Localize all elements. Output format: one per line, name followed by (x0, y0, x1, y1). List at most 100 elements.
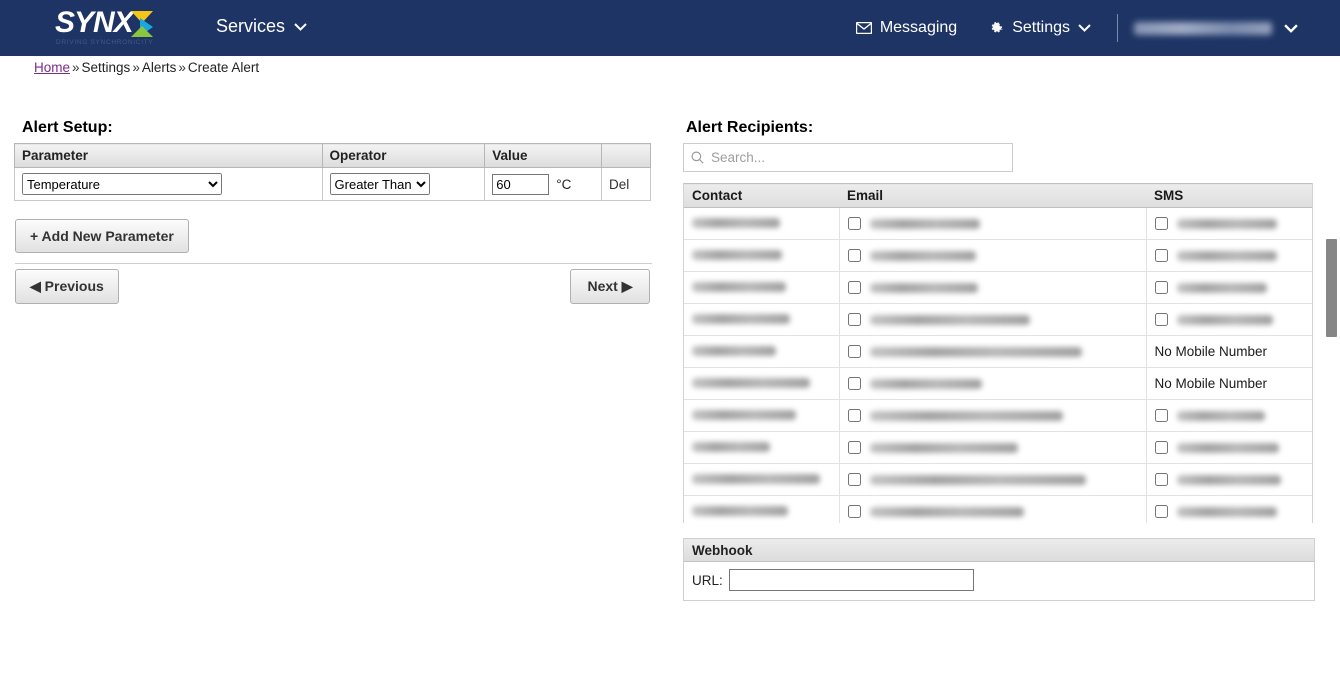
column-header-sms: SMS (1146, 183, 1312, 208)
cell-value: °C (484, 167, 603, 201)
mobile-number-redacted (1176, 410, 1265, 421)
cell-email (839, 335, 1147, 368)
nav-settings-menu[interactable]: Settings (973, 19, 1107, 37)
cell-contact-name (684, 239, 840, 272)
email-checkbox[interactable] (847, 377, 861, 390)
contact-name-redacted (692, 410, 796, 420)
sms-cell-content (1154, 217, 1307, 230)
recipients-table-scroll-container[interactable]: Contact Email SMS No Mobile Number No Mob… (683, 183, 1313, 523)
delete-parameter-button[interactable]: Del (601, 167, 651, 201)
table-row (684, 463, 1312, 496)
sms-cell-content (1154, 281, 1307, 294)
alert-recipients-title: Alert Recipients: (686, 119, 814, 136)
next-button[interactable]: Next ▶ (570, 269, 650, 304)
sms-cell-content (1154, 473, 1307, 486)
nav-messaging-button[interactable]: Messaging (840, 19, 973, 37)
column-header-operator: Operator (321, 143, 486, 168)
cell-email (839, 399, 1147, 432)
email-checkbox[interactable] (847, 505, 861, 518)
sms-checkbox[interactable] (1154, 249, 1168, 262)
contact-name-redacted (692, 442, 770, 452)
email-address-redacted (869, 506, 1024, 517)
synx-logo[interactable]: SYNX DRIVING SYNCHRONICITY (55, 7, 155, 51)
sms-checkbox[interactable] (1154, 313, 1168, 326)
email-address-redacted (869, 346, 1082, 357)
sms-checkbox[interactable] (1154, 217, 1168, 230)
email-cell-content (847, 313, 1138, 326)
mobile-number-redacted (1176, 282, 1267, 293)
cell-sms (1146, 431, 1312, 464)
email-address-redacted (869, 282, 978, 293)
chevron-down-icon (1284, 23, 1298, 33)
page-scrollbar-thumb[interactable] (1326, 239, 1337, 337)
cell-sms (1146, 495, 1312, 523)
user-account-menu[interactable] (1134, 21, 1340, 35)
webhook-panel: Webhook URL: (683, 538, 1315, 601)
operator-select[interactable]: Greater Than (329, 173, 430, 195)
no-mobile-number-label: No Mobile Number (1154, 344, 1268, 359)
cell-contact-name (684, 399, 840, 432)
sms-cell-content (1154, 505, 1307, 518)
mobile-number-redacted (1176, 474, 1281, 485)
sms-checkbox[interactable] (1154, 505, 1168, 518)
email-cell-content (847, 441, 1138, 454)
header-right-nav: Messaging Settings (840, 0, 1340, 56)
contact-name-redacted (692, 506, 788, 516)
user-account-name-redacted (1134, 21, 1272, 35)
email-checkbox[interactable] (847, 249, 861, 262)
cell-email (839, 463, 1147, 496)
value-input[interactable] (492, 173, 550, 195)
recipients-search-box[interactable] (683, 143, 1013, 172)
table-row: Temperature Greater Than °C Del (14, 167, 651, 201)
cell-contact-name (684, 303, 840, 336)
sms-checkbox[interactable] (1154, 473, 1168, 486)
cell-email (839, 303, 1147, 336)
add-new-parameter-button[interactable]: + Add New Parameter (15, 219, 189, 253)
previous-button[interactable]: ◀ Previous (15, 269, 119, 304)
cell-email (839, 495, 1147, 523)
table-header-row: Parameter Operator Value (14, 143, 651, 168)
mobile-number-redacted (1176, 314, 1273, 325)
column-header-email: Email (839, 183, 1146, 208)
cell-parameter: Temperature (14, 167, 323, 201)
breadcrumb-link-home[interactable]: Home (34, 60, 70, 75)
column-header-value: Value (484, 143, 603, 168)
cell-operator: Greater Than (321, 167, 486, 201)
sms-cell-content (1154, 441, 1307, 454)
logo-wordmark: SYNX (55, 6, 134, 39)
logo-triangle-green-icon (131, 26, 153, 37)
email-cell-content (847, 377, 1138, 390)
email-checkbox[interactable] (847, 313, 861, 326)
nav-services-menu[interactable]: Services (216, 16, 307, 37)
page-scrollbar-track[interactable] (1323, 56, 1340, 698)
table-row (684, 207, 1312, 240)
table-row (684, 495, 1312, 523)
nav-messaging-label: Messaging (879, 19, 958, 36)
email-checkbox[interactable] (847, 441, 861, 454)
sms-cell-content (1154, 313, 1307, 326)
alert-setup-title: Alert Setup: (22, 119, 113, 136)
email-checkbox[interactable] (847, 345, 861, 358)
cell-sms (1146, 463, 1312, 496)
sms-checkbox[interactable] (1154, 409, 1168, 422)
recipients-search-input[interactable] (709, 149, 1005, 166)
nav-divider (1117, 14, 1118, 42)
email-checkbox[interactable] (847, 281, 861, 294)
breadcrumb-item-settings: Settings (81, 60, 131, 75)
table-row: No Mobile Number (684, 335, 1312, 368)
cell-contact-name (684, 207, 840, 240)
mobile-number-redacted (1176, 506, 1277, 517)
parameter-select[interactable]: Temperature (22, 173, 222, 195)
email-checkbox[interactable] (847, 473, 861, 486)
cell-email (839, 367, 1147, 400)
sms-checkbox[interactable] (1154, 441, 1168, 454)
cell-contact-name (684, 271, 840, 304)
sms-checkbox[interactable] (1154, 281, 1168, 294)
section-divider (15, 263, 652, 264)
table-row (684, 431, 1312, 464)
webhook-url-input[interactable] (728, 569, 974, 591)
cell-email (839, 271, 1147, 304)
email-cell-content (847, 505, 1138, 518)
email-checkbox[interactable] (847, 409, 861, 422)
email-checkbox[interactable] (847, 217, 861, 230)
